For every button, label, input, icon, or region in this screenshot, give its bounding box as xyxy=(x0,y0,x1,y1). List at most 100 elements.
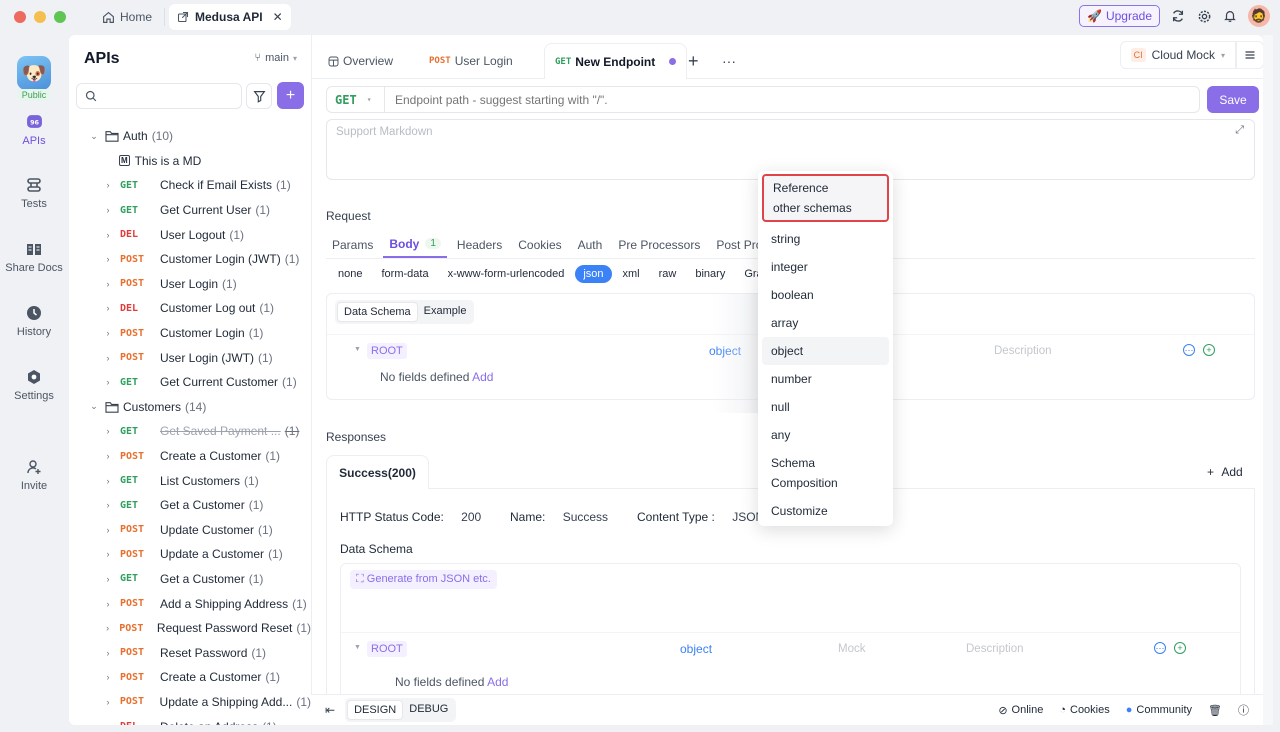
tree-endpoint[interactable]: › GET Get a Customer (1) xyxy=(69,567,311,592)
home-tab[interactable]: Home xyxy=(94,5,160,29)
rail-item-history[interactable]: History xyxy=(0,305,68,338)
close-window-button[interactable] xyxy=(14,11,26,23)
method-select[interactable]: GET ▾ xyxy=(327,87,385,112)
type-option-null[interactable]: null xyxy=(762,393,889,421)
minimize-window-button[interactable] xyxy=(34,11,46,23)
type-option-schema-composition[interactable]: Schema Composition xyxy=(762,449,889,497)
tree-endpoint[interactable]: › POST Request Password Reset (1) xyxy=(69,616,311,641)
generate-from-json-button[interactable]: ⛶ Generate from JSON etc. xyxy=(350,570,497,589)
chevron-right-icon[interactable]: › xyxy=(103,623,112,633)
menu-button[interactable] xyxy=(1236,41,1263,69)
tree-endpoint[interactable]: › GET Check if Email Exists (1) xyxy=(69,173,311,198)
tab-overview[interactable]: Overview xyxy=(328,43,393,79)
chevron-right-icon[interactable]: › xyxy=(103,574,113,584)
body-type-xml[interactable]: xml xyxy=(615,265,648,283)
help-icon[interactable]: ⓘ xyxy=(1238,702,1249,718)
add-api-button[interactable]: + xyxy=(277,82,304,109)
search-input[interactable] xyxy=(102,89,232,103)
tree-endpoint[interactable]: › POST Create a Customer (1) xyxy=(69,665,311,690)
chevron-right-icon[interactable]: › xyxy=(103,722,113,725)
chevron-right-icon[interactable]: › xyxy=(103,451,113,461)
chevron-right-icon[interactable]: › xyxy=(103,303,113,313)
chevron-right-icon[interactable]: › xyxy=(103,599,113,609)
chevron-down-icon[interactable]: ⌄ xyxy=(89,401,99,412)
tree-endpoint[interactable]: › GET Get Current Customer (1) xyxy=(69,370,311,395)
save-button[interactable]: Save xyxy=(1207,86,1259,113)
type-option-array[interactable]: array xyxy=(762,309,889,337)
response-root-type-select[interactable]: object xyxy=(680,642,712,656)
chevron-right-icon[interactable]: › xyxy=(103,377,113,387)
tree-endpoint[interactable]: › POST Customer Login (1) xyxy=(69,321,311,346)
chevron-right-icon[interactable]: › xyxy=(103,476,113,486)
cookies-button[interactable]: ◔ Cookies xyxy=(1059,704,1109,716)
type-option-reference-other-schemas[interactable]: Reference other schemas xyxy=(762,174,889,222)
chevron-right-icon[interactable]: › xyxy=(103,353,113,363)
tree-endpoint[interactable]: › POST User Login (1) xyxy=(69,272,311,297)
more-options-icon[interactable]: ⋯ xyxy=(1183,344,1195,356)
body-type-json[interactable]: json xyxy=(575,265,612,283)
main-scrollbar[interactable] xyxy=(1263,35,1273,725)
add-response-button[interactable]: + Add xyxy=(1207,465,1243,479)
tree-endpoint[interactable]: › GET List Customers (1) xyxy=(69,468,311,493)
response-tab-success[interactable]: Success(200) xyxy=(326,455,429,489)
chevron-right-icon[interactable]: › xyxy=(103,279,113,289)
tree-endpoint[interactable]: › POST User Login (JWT) (1) xyxy=(69,345,311,370)
type-option-number[interactable]: number xyxy=(762,365,889,393)
community-button[interactable]: ● Community xyxy=(1126,704,1192,716)
type-option-string[interactable]: string xyxy=(762,225,889,253)
rail-item-invite[interactable]: Invite xyxy=(0,459,68,492)
type-option-any[interactable]: any xyxy=(762,421,889,449)
tab-new-endpoint[interactable]: GET New Endpoint xyxy=(544,43,688,79)
close-tab-icon[interactable]: ✕ xyxy=(273,10,283,24)
tree-endpoint[interactable]: › POST Update Customer (1) xyxy=(69,518,311,543)
chevron-right-icon[interactable]: › xyxy=(103,697,113,707)
chevron-right-icon[interactable]: › xyxy=(103,230,113,240)
design-mode-button[interactable]: DESIGN xyxy=(347,700,404,720)
body-type-x-www-form-urlencoded[interactable]: x-www-form-urlencoded xyxy=(440,265,573,283)
collapse-caret-icon[interactable]: ▼ xyxy=(354,346,361,353)
tree-folder[interactable]: ⌄ Auth (10) xyxy=(69,124,311,149)
description-field[interactable]: Description xyxy=(994,345,1052,357)
project-avatar[interactable]: 🐶 Public xyxy=(0,56,68,101)
new-tab-button[interactable]: + xyxy=(688,43,699,79)
more-tabs-button[interactable]: ··· xyxy=(722,43,736,79)
tree-endpoint[interactable]: › GET Get Current User (1) xyxy=(69,198,311,223)
data-schema-tab[interactable]: Data Schema xyxy=(337,302,418,322)
type-option-object[interactable]: object xyxy=(762,337,889,365)
debug-mode-button[interactable]: DEBUG xyxy=(403,700,454,720)
type-option-integer[interactable]: integer xyxy=(762,253,889,281)
request-tab-pre-processors[interactable]: Pre Processors xyxy=(612,231,706,258)
endpoint-path-input[interactable] xyxy=(385,92,1199,107)
body-type-raw[interactable]: raw xyxy=(651,265,685,283)
request-tab-body[interactable]: Body 1 xyxy=(383,231,447,258)
gear-icon[interactable] xyxy=(1196,8,1212,24)
request-tab-headers[interactable]: Headers xyxy=(451,231,508,258)
bell-icon[interactable] xyxy=(1222,8,1238,24)
chevron-right-icon[interactable]: › xyxy=(103,254,113,264)
request-tab-params[interactable]: Params xyxy=(326,231,379,258)
tree-endpoint[interactable]: › DEL Delete an Address (1) xyxy=(69,714,311,725)
chevron-right-icon[interactable]: › xyxy=(103,672,113,682)
filter-button[interactable] xyxy=(246,83,272,109)
tree-endpoint[interactable]: › GET Get a Customer (1) xyxy=(69,493,311,518)
tree-endpoint[interactable]: › POST Reset Password (1) xyxy=(69,640,311,665)
chevron-right-icon[interactable]: › xyxy=(103,648,113,658)
example-tab[interactable]: Example xyxy=(418,302,473,322)
tree-doc[interactable]: M This is a MD xyxy=(69,149,311,174)
add-field-icon[interactable]: + xyxy=(1203,344,1215,356)
request-tab-cookies[interactable]: Cookies xyxy=(512,231,567,258)
tree-folder[interactable]: ⌄ Customers (14) xyxy=(69,395,311,420)
tree-endpoint[interactable]: › POST Customer Login (JWT) (1) xyxy=(69,247,311,272)
rail-item-apis[interactable]: 96 APIs xyxy=(0,113,68,147)
rail-item-share-docs[interactable]: Share Docs xyxy=(0,241,68,274)
collapse-caret-icon[interactable]: ▼ xyxy=(354,644,361,651)
tree-endpoint[interactable]: › POST Add a Shipping Address (1) xyxy=(69,591,311,616)
body-type-none[interactable]: none xyxy=(330,265,370,283)
chevron-right-icon[interactable]: › xyxy=(103,500,113,510)
add-field-link[interactable]: Add xyxy=(487,675,508,689)
chevron-right-icon[interactable]: › xyxy=(103,328,113,338)
online-status[interactable]: ⊘ Online xyxy=(998,704,1043,717)
upgrade-button[interactable]: 🚀 Upgrade xyxy=(1079,5,1160,27)
branch-selector[interactable]: ⑂ main ▾ xyxy=(255,52,297,64)
collapse-sidebar-icon[interactable]: ⇤ xyxy=(325,703,335,717)
